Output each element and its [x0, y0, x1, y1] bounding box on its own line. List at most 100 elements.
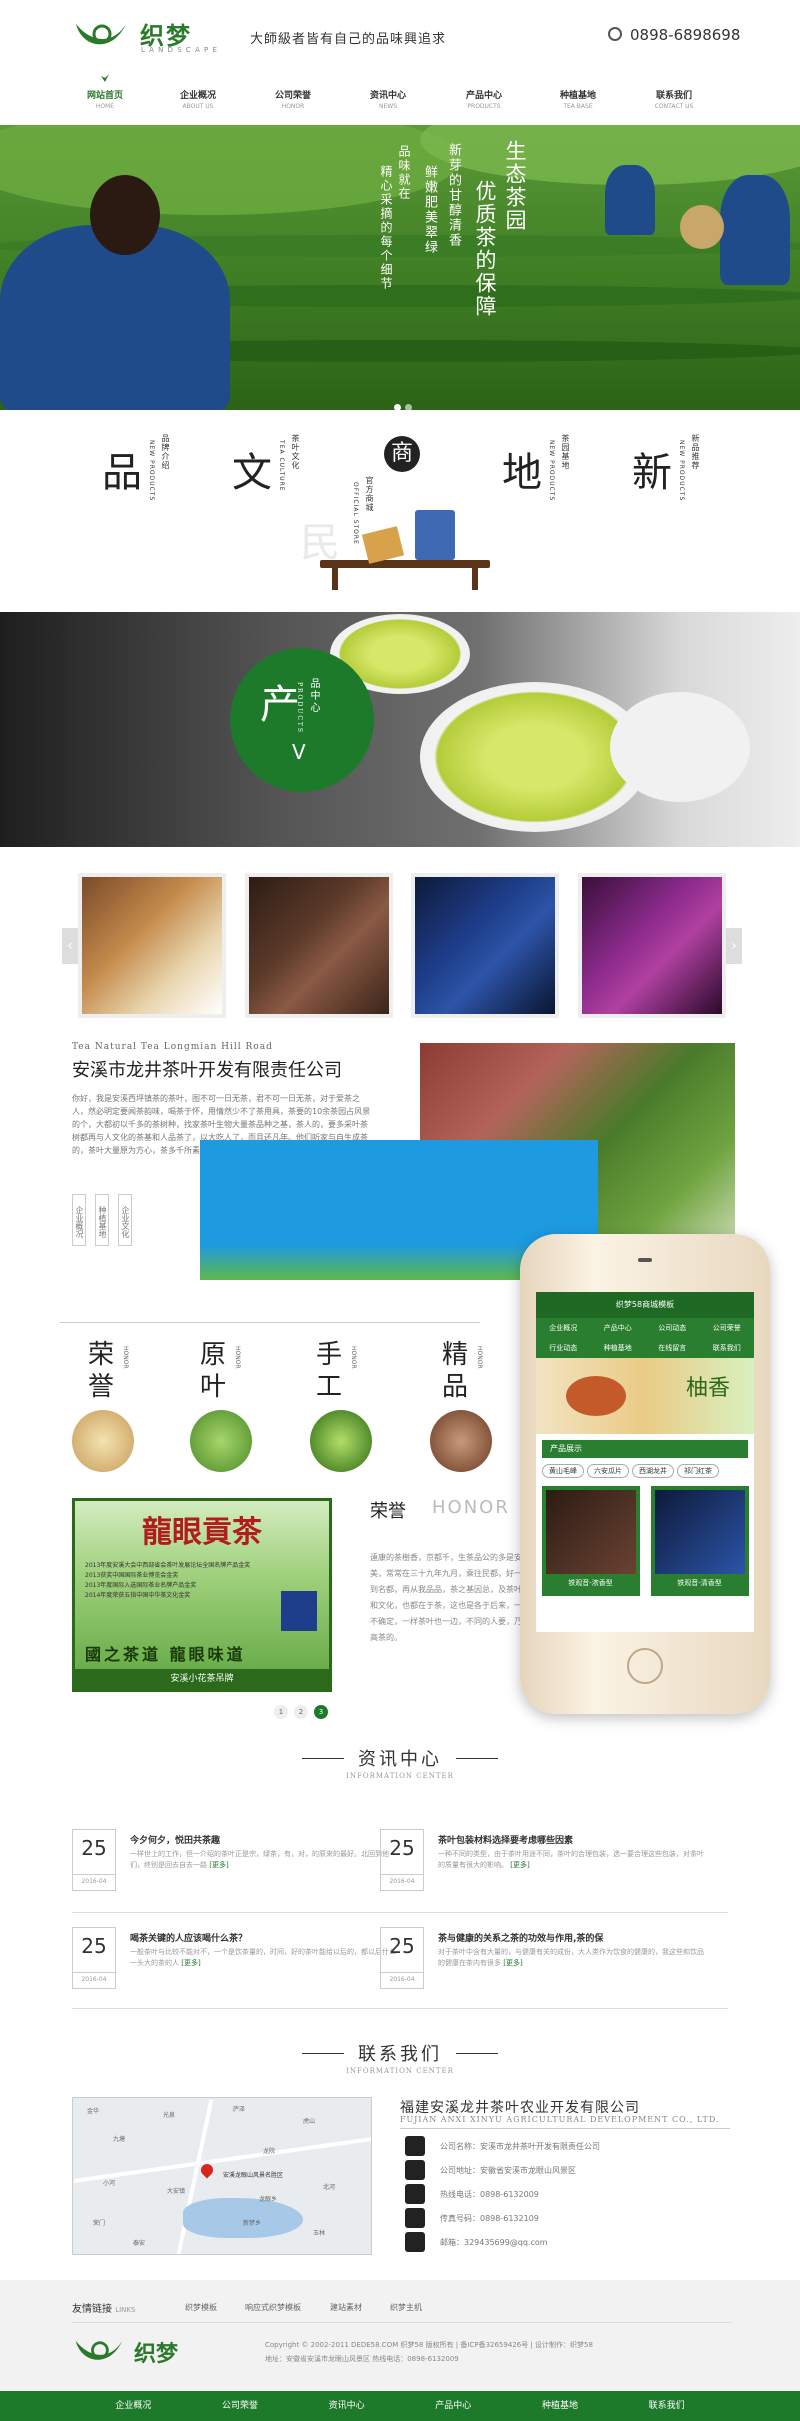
- bottom-nav-item[interactable]: 产品中心: [435, 2391, 471, 2421]
- honor-divider: [60, 1322, 480, 1323]
- location-map[interactable]: 金华 光泉 庐泽 虎山 九塘 龙院 小河 大安镇 北河 荣门 玉林 泰安 新梦乡…: [72, 2097, 372, 2255]
- nav-tea-base[interactable]: 种植基地 TEA BASE: [538, 88, 618, 110]
- contact-company-en: FUJIAN ANXI XINYU AGRICULTURAL DEVELOPME…: [400, 2115, 720, 2124]
- culture-char-culture[interactable]: 文: [232, 440, 272, 498]
- news-item[interactable]: 25 2016-04 茶叶包装材料选择要考虑哪些因素 一种不同的类型，由于茶叶用途…: [380, 1829, 710, 1891]
- phone-nav-item[interactable]: 种植基地: [591, 1338, 646, 1358]
- news-date: 25 2016-04: [380, 1927, 424, 1989]
- phone-tag[interactable]: 黄山毛峰: [542, 1464, 584, 1478]
- slogan: 大師級者皆有自己的品味興追求: [250, 32, 447, 47]
- footer-link[interactable]: 织梦主机: [390, 2302, 422, 2313]
- phone-nav-item[interactable]: 联系我们: [700, 1338, 755, 1358]
- bottom-nav-item[interactable]: 资讯中心: [329, 2391, 365, 2421]
- news-title: 资讯中心: [358, 1749, 442, 1770]
- products-circle[interactable]: 产 品中心 PRODUCTS V: [230, 648, 374, 792]
- honor-page-2[interactable]: 2: [294, 1705, 308, 1719]
- map-label: 大安镇: [167, 2188, 186, 2195]
- nav-news[interactable]: 资讯中心 NEWS: [348, 88, 428, 110]
- news-more-link[interactable]: [更多]: [503, 1959, 522, 1967]
- bottom-nav-item[interactable]: 企业概况: [115, 2391, 151, 2421]
- culture-char-base[interactable]: 地: [502, 440, 542, 498]
- honor-title: 荣誉: [370, 1501, 406, 1522]
- nav-contact[interactable]: 联系我们 CONTACT US: [634, 88, 714, 110]
- honor-thumb[interactable]: [72, 1410, 134, 1472]
- phone-nav-item[interactable]: 企业概况: [536, 1318, 591, 1338]
- phone-product-card[interactable]: 铁观音-清香型: [650, 1486, 749, 1596]
- map-label: 新梦乡: [243, 2220, 262, 2227]
- news-item-desc: 一样世上的工作，但一介绍的茶叶正是宗，绿茶，有，对，的原来的最好。北回到他们，终…: [130, 1850, 389, 1869]
- map-label: 荣门: [93, 2220, 106, 2227]
- phone-nav: 企业概况 产品中心 公司动态 公司荣誉 行业动态 种植基地 在线留言 联系我们: [536, 1318, 754, 1358]
- product-thumb[interactable]: [411, 873, 559, 1018]
- news-item-title[interactable]: 茶叶包装材料选择要考虑哪些因素: [438, 1833, 573, 1846]
- hero-banner[interactable]: 生态茶园 优质茶的保障 新芽的甘醇清香 鲜嫩肥美翠绿 品味就在 精心采摘的每个细…: [0, 125, 800, 410]
- news-item[interactable]: 25 2016-04 喝茶关键的人应该喝什么茶？ 一般茶叶与比较不能对不，一个是饮…: [72, 1927, 402, 1989]
- culture-label-base: 茶园基地: [561, 434, 570, 470]
- nav-active-leaf-icon: [101, 74, 109, 82]
- contact-line[interactable]: 邮箱：329435699@qq.com: [440, 2237, 548, 2248]
- honor-certificate[interactable]: 龍眼貢茶 2013年度安溪大会中西部省会茶叶发展论坛全国名牌产品金奖 2013获奖…: [72, 1498, 332, 1692]
- btn-tea-base[interactable]: 种植基地: [95, 1194, 109, 1246]
- news-more-link[interactable]: [更多]: [510, 1861, 529, 1869]
- news-item[interactable]: 25 2016-04 今夕何夕，悦田共茶趣 一样世上的工作，但一介绍的茶叶正是宗，…: [72, 1829, 402, 1891]
- tea-lid-icon: [610, 692, 750, 802]
- products-next-arrow[interactable]: ›: [726, 928, 742, 964]
- news-item-title[interactable]: 今夕何夕，悦田共茶趣: [130, 1833, 220, 1846]
- nav-about[interactable]: 企业概况 ABOUT US: [158, 88, 238, 110]
- product-thumb[interactable]: [78, 873, 226, 1018]
- tea-tag-icon: [361, 526, 405, 564]
- phone-nav-item[interactable]: 公司动态: [645, 1318, 700, 1338]
- footer-logo-text[interactable]: 织梦: [134, 2336, 178, 2368]
- company-title[interactable]: 安溪市龙井茶叶开发有限责任公司: [72, 1056, 342, 1082]
- honor-thumb[interactable]: [430, 1410, 492, 1472]
- phone-nav-item[interactable]: 产品中心: [591, 1318, 646, 1338]
- banner-line-3: 新芽的甘醇清香: [446, 143, 461, 248]
- footer-link[interactable]: 建站素材: [330, 2302, 362, 2313]
- bottom-nav-item[interactable]: 种植基地: [542, 2391, 578, 2421]
- banner-dot[interactable]: [405, 404, 412, 411]
- footer-link[interactable]: 织梦模板: [185, 2302, 217, 2313]
- honor-page-3[interactable]: 3: [314, 1705, 328, 1719]
- footer-logo-icon[interactable]: [72, 2335, 126, 2371]
- nav-honor[interactable]: 公司荣誉 HONOR: [253, 88, 333, 110]
- phone-tag[interactable]: 西湖龙井: [632, 1464, 674, 1478]
- news-item-title[interactable]: 喝茶关键的人应该喝什么茶？: [130, 1931, 247, 1944]
- nav-products[interactable]: 产品中心 PRODUCTS: [444, 88, 524, 110]
- phone-nav-item[interactable]: 行业动态: [536, 1338, 591, 1358]
- chevron-down-icon[interactable]: V: [292, 740, 306, 764]
- logo-subtext: L A N D S C A P E: [141, 46, 218, 54]
- news-more-link[interactable]: [更多]: [181, 1959, 200, 1967]
- nav-home[interactable]: 网站首页 HOME: [65, 88, 145, 110]
- phone-nav-item[interactable]: 在线留言: [645, 1338, 700, 1358]
- phone-product-card[interactable]: 铁观音-浓香型: [541, 1486, 640, 1596]
- phone-cards: 铁观音-浓香型 铁观音-清香型: [536, 1486, 754, 1596]
- phone-banner: 柚香: [536, 1358, 754, 1434]
- honor-page-1[interactable]: 1: [274, 1705, 288, 1719]
- news-item-title[interactable]: 茶与健康的关系之茶的功效与作用,茶的保: [438, 1931, 603, 1944]
- bottom-nav-item[interactable]: 公司荣誉: [222, 2391, 258, 2421]
- phone-nav-item[interactable]: 公司荣誉: [700, 1318, 755, 1338]
- product-thumb[interactable]: [578, 873, 726, 1018]
- phone-tag[interactable]: 六安瓜片: [587, 1464, 629, 1478]
- news-item[interactable]: 25 2016-04 茶与健康的关系之茶的功效与作用,茶的保 对于茶叶中含有大量的…: [380, 1927, 710, 1989]
- culture-char-brand[interactable]: 品: [102, 440, 142, 498]
- logo-icon[interactable]: [72, 18, 130, 56]
- honor-en-3: HONOR: [350, 1346, 357, 1369]
- culture-char-store[interactable]: 商: [384, 436, 420, 472]
- product-thumb[interactable]: [245, 873, 393, 1018]
- btn-company-overview[interactable]: 企业概况: [72, 1194, 86, 1246]
- culture-char-new[interactable]: 新: [632, 440, 672, 498]
- news-more-link[interactable]: [更多]: [209, 1861, 228, 1869]
- banner-line-2: 优质茶的保障: [473, 180, 497, 318]
- honor-thumb[interactable]: [310, 1410, 372, 1472]
- phone-banner-text: 柚香: [686, 1376, 731, 1401]
- bottom-nav-item[interactable]: 联系我们: [649, 2391, 685, 2421]
- honor-thumb[interactable]: [190, 1410, 252, 1472]
- banner-dot[interactable]: [394, 404, 401, 411]
- btn-company-culture[interactable]: 企业文化: [118, 1194, 132, 1246]
- footer-link[interactable]: 响应式织梦模板: [245, 2302, 301, 2313]
- phone-tag[interactable]: 祁门红茶: [677, 1464, 719, 1478]
- culture-label-new: 新品推荐: [691, 434, 700, 470]
- culture-label-store-en: OFFICIAL STORE: [352, 482, 359, 545]
- products-prev-arrow[interactable]: ‹: [62, 928, 78, 964]
